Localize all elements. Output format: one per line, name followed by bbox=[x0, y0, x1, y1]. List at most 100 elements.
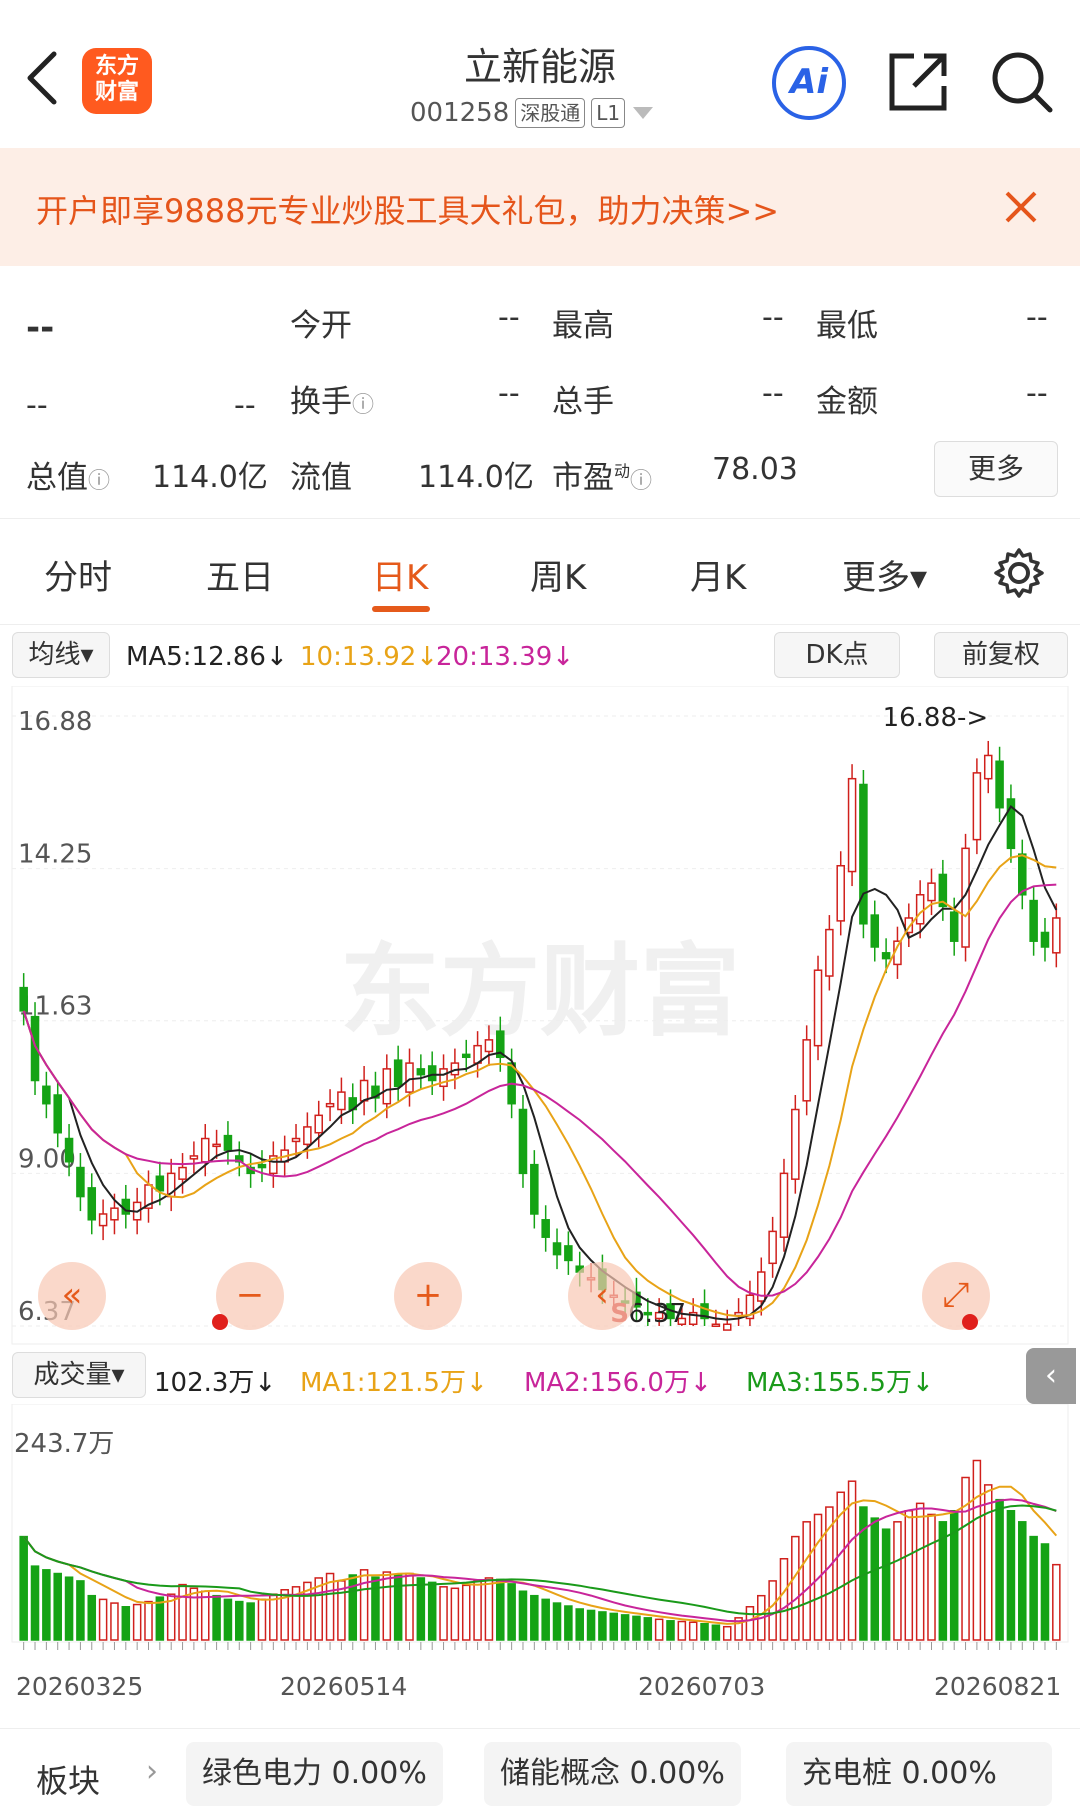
stock-code-row[interactable]: 001258 深股通 L1 bbox=[410, 98, 655, 128]
stock-code: 001258 bbox=[410, 98, 510, 128]
volume-bar bbox=[30, 1565, 40, 1641]
vol-ma2: MA2:156.0万↓ bbox=[524, 1368, 712, 1398]
price-change-pct: -- bbox=[234, 388, 256, 423]
candle-body bbox=[212, 1143, 221, 1148]
candle-body bbox=[416, 1068, 426, 1076]
low-annotation: 6.37 bbox=[628, 1299, 686, 1329]
volume-bar bbox=[575, 1608, 584, 1641]
vol-ma1: MA1:121.5万↓ bbox=[300, 1368, 488, 1398]
tab-five-day[interactable]: 五日 bbox=[206, 550, 274, 599]
volume-bar bbox=[246, 1602, 255, 1641]
sector-chip[interactable]: 充电桩 0.00% bbox=[786, 1742, 1052, 1806]
total-value-label[interactable]: 总值ⓘ bbox=[26, 452, 110, 497]
volume-bar bbox=[484, 1577, 494, 1641]
volume-bar bbox=[620, 1614, 630, 1641]
volume-bar bbox=[382, 1571, 392, 1641]
tab-more[interactable]: 更多▾ bbox=[842, 550, 927, 599]
ai-assistant-icon[interactable]: Ai bbox=[772, 46, 846, 120]
more-quote-button[interactable]: 更多 bbox=[934, 441, 1058, 497]
volume-bar bbox=[235, 1600, 244, 1641]
ma-selector[interactable]: 均线▾ bbox=[12, 632, 110, 678]
volume-bar bbox=[779, 1558, 789, 1641]
volume-selector[interactable]: 成交量▾ bbox=[12, 1352, 146, 1398]
volume-bar bbox=[393, 1574, 403, 1641]
candle-body bbox=[359, 1079, 369, 1102]
candle-body bbox=[178, 1166, 187, 1180]
volume-bar bbox=[359, 1569, 369, 1641]
candle-body bbox=[859, 783, 868, 925]
volume-chart[interactable]: 243.7万 bbox=[0, 1404, 1080, 1664]
promo-banner[interactable]: 开户即享9888元专业炒股工具大礼包，助力决策>> bbox=[0, 148, 1080, 266]
candle-body bbox=[337, 1091, 346, 1111]
volume-bar bbox=[791, 1535, 800, 1641]
dk-point-button[interactable]: DK点 bbox=[774, 632, 900, 678]
candle-body bbox=[87, 1187, 97, 1221]
volume-bar bbox=[76, 1580, 85, 1641]
candlestick-chart[interactable]: 东方财富 16.8814.2511.639.006.37 16.88->S6.3… bbox=[0, 686, 1080, 1346]
volume-bar bbox=[643, 1617, 653, 1641]
chevron-right-icon[interactable]: › bbox=[146, 1754, 158, 1789]
red-dot bbox=[212, 1314, 228, 1330]
tab-intraday[interactable]: 分时 bbox=[44, 550, 112, 599]
tab-weekly-k[interactable]: 周K bbox=[530, 550, 586, 599]
candle-body bbox=[257, 1163, 267, 1169]
tab-daily-k[interactable]: 日K bbox=[372, 550, 428, 599]
volume-bar bbox=[1018, 1521, 1027, 1641]
sector-chip[interactable]: 绿色电力 0.00% bbox=[186, 1742, 443, 1806]
zoom-in-button[interactable]: + bbox=[394, 1262, 462, 1330]
turnover-label[interactable]: 换手ⓘ bbox=[290, 376, 374, 421]
volume-bar bbox=[666, 1620, 675, 1641]
candle-body bbox=[1052, 917, 1061, 954]
date-label: 20260325 bbox=[16, 1672, 144, 1701]
volume-bar bbox=[802, 1521, 811, 1641]
candle-body bbox=[518, 1108, 528, 1175]
info-icon[interactable]: ⓘ bbox=[352, 393, 374, 418]
date-label: 20260514 bbox=[280, 1672, 408, 1701]
ma10-line bbox=[22, 854, 1057, 1318]
date-label: 20260703 bbox=[638, 1672, 766, 1701]
price-change: -- bbox=[26, 388, 48, 423]
candle-body bbox=[314, 1114, 323, 1134]
settings-gear-icon[interactable] bbox=[992, 546, 1046, 600]
close-icon[interactable] bbox=[1004, 190, 1038, 224]
sector-chip[interactable]: 储能概念 0.00% bbox=[484, 1742, 741, 1806]
candle-body bbox=[711, 1323, 721, 1328]
volume-bar bbox=[1029, 1535, 1038, 1641]
fullscreen-button[interactable]: ⤢ bbox=[922, 1262, 990, 1330]
pe-label[interactable]: 市盈动ⓘ bbox=[552, 452, 652, 497]
candle-body bbox=[927, 882, 936, 902]
volume-bar bbox=[223, 1598, 233, 1641]
sector-label[interactable]: 板块 bbox=[36, 1756, 100, 1802]
search-icon[interactable] bbox=[988, 48, 1056, 116]
volume-bar bbox=[654, 1618, 664, 1641]
volume-bar bbox=[722, 1625, 732, 1641]
volume-bar bbox=[178, 1583, 187, 1641]
volume-bar bbox=[269, 1593, 278, 1641]
info-icon[interactable]: ⓘ bbox=[630, 469, 652, 494]
adjust-button[interactable]: 前复权 bbox=[934, 632, 1068, 678]
candle-body bbox=[847, 777, 857, 873]
volume-bar bbox=[518, 1590, 528, 1641]
low-value: -- bbox=[1026, 300, 1048, 335]
volume-bar bbox=[564, 1605, 573, 1641]
candle-body bbox=[541, 1219, 550, 1238]
volume-bar bbox=[427, 1581, 437, 1641]
share-icon[interactable] bbox=[886, 50, 950, 114]
volume-bar bbox=[677, 1620, 687, 1641]
scroll-prev-button[interactable]: ‹ bbox=[568, 1262, 636, 1330]
current-price: -- bbox=[26, 308, 55, 348]
candle-body bbox=[42, 1085, 51, 1105]
volume-bar bbox=[700, 1623, 709, 1641]
candle-body bbox=[405, 1062, 414, 1093]
candle-body bbox=[983, 754, 993, 780]
candle-body bbox=[325, 1102, 335, 1108]
promo-text[interactable]: 开户即享9888元专业炒股工具大礼包，助力决策>> bbox=[36, 186, 779, 232]
tab-monthly-k[interactable]: 月K bbox=[690, 550, 746, 599]
scroll-left-button[interactable]: « bbox=[38, 1262, 106, 1330]
collapse-panel-button[interactable]: ‹ bbox=[1026, 1348, 1076, 1404]
info-icon[interactable]: ⓘ bbox=[88, 469, 110, 494]
active-tab-indicator bbox=[372, 606, 430, 612]
volume-bar bbox=[688, 1621, 698, 1641]
volume-bar bbox=[507, 1583, 516, 1641]
dropdown-arrow-icon bbox=[633, 107, 654, 119]
